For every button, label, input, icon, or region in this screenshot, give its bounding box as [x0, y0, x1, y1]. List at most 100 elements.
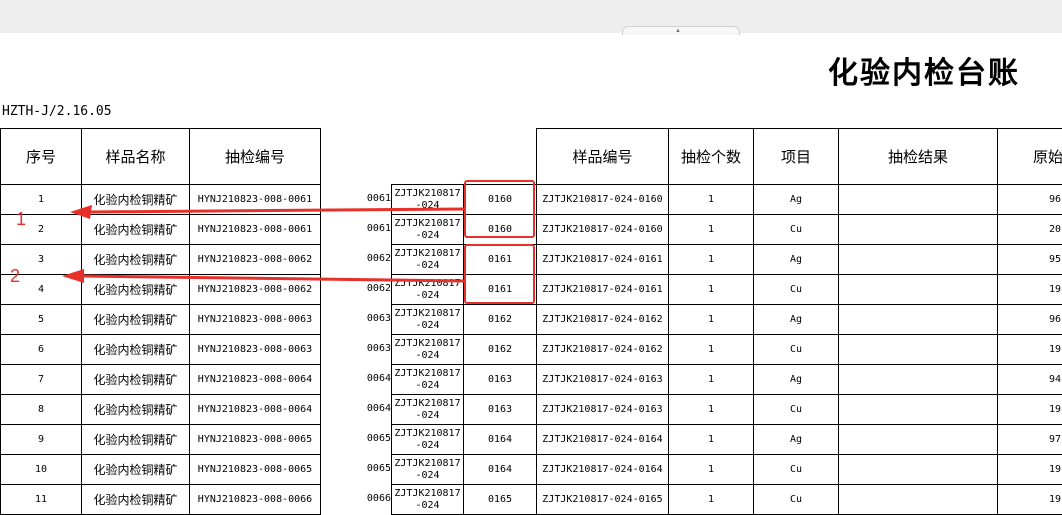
sample-name-cell: 化验内检铜精矿 — [81, 364, 190, 395]
header-check-count: 抽检个数 — [668, 128, 754, 185]
code-cell: ZJTJK210817 -024 — [391, 424, 464, 455]
document-number: HZTH-J/2.16.05 — [2, 104, 112, 119]
header-result: 抽检结果 — [838, 128, 998, 185]
item-cell: Cu — [753, 454, 839, 485]
id-cell: 0165 — [463, 484, 537, 515]
id-cell: 0160 — [463, 214, 537, 245]
header-sample-no: 样品编号 — [536, 128, 669, 185]
original-cell: 96 — [997, 304, 1062, 335]
check-no-cell: HYNJ210823-008-0063 — [189, 304, 321, 335]
sample-no-cell: ZJTJK210817-024-0163 — [536, 364, 669, 395]
page-title: 化验内检台账 — [828, 56, 1020, 91]
code-line-1: ZJTJK210817 — [394, 247, 461, 259]
seq-cell: 9 — [0, 424, 82, 455]
original-cell: 95 — [997, 244, 1062, 275]
item-cell: Ag — [753, 424, 839, 455]
original-value: 19 — [1048, 404, 1061, 415]
code-line-1: ZJTJK210817 — [394, 277, 461, 289]
seq-cell: 7 — [0, 364, 82, 395]
result-cell — [838, 184, 998, 215]
id-cell: 0162 — [463, 334, 537, 365]
id-cell: 0164 — [463, 424, 537, 455]
result-cell — [838, 424, 998, 455]
sample-no-cell: ZJTJK210817-024-0163 — [536, 394, 669, 425]
sample-no-cell: ZJTJK210817-024-0161 — [536, 244, 669, 275]
original-value: 96 — [1048, 314, 1061, 325]
seq-cell: 10 — [0, 454, 82, 485]
short-code-text: 0062 — [366, 283, 391, 294]
annotation-label-1: 1 — [16, 209, 27, 229]
count-cell: 1 — [668, 424, 754, 455]
original-cell: 20 — [997, 214, 1062, 245]
count-cell: 1 — [668, 244, 754, 275]
original-value: 97 — [1048, 434, 1061, 445]
code-line-1: ZJTJK210817 — [394, 457, 461, 469]
seq-cell: 5 — [0, 304, 82, 335]
sample-no-cell: ZJTJK210817-024-0164 — [536, 424, 669, 455]
code-cell: ZJTJK210817 -024 — [391, 214, 464, 245]
header-seq: 序号 — [0, 128, 82, 185]
check-no-cell: HYNJ210823-008-0064 — [189, 394, 321, 425]
item-cell: Ag — [753, 184, 839, 215]
sample-name-cell: 化验内检铜精矿 — [81, 274, 190, 305]
result-cell — [838, 334, 998, 365]
short-code-text: 0065 — [366, 463, 391, 474]
code-line-2: -024 — [415, 409, 440, 421]
short-code-text: 0063 — [366, 313, 391, 324]
code-cell: ZJTJK210817 -024 — [391, 184, 464, 215]
item-cell: Ag — [753, 364, 839, 395]
code-line-2: -024 — [415, 469, 440, 481]
id-cell: 0160 — [463, 184, 537, 215]
short-code-text: 0064 — [366, 373, 391, 384]
item-cell: Cu — [753, 214, 839, 245]
result-cell — [838, 304, 998, 335]
item-cell: Cu — [753, 394, 839, 425]
seq-cell: 11 — [0, 484, 82, 515]
count-cell: 1 — [668, 394, 754, 425]
original-value: 95 — [1048, 254, 1061, 265]
result-cell — [838, 484, 998, 515]
header-check-no: 抽检编号 — [189, 128, 321, 185]
code-line-2: -024 — [415, 259, 440, 271]
original-value: 19 — [1048, 284, 1061, 295]
count-cell: 1 — [668, 334, 754, 365]
collapse-toggle[interactable]: ▲ — [622, 26, 740, 35]
seq-cell: 6 — [0, 334, 82, 365]
short-code-text: 0061 — [366, 223, 391, 234]
code-cell: ZJTJK210817 -024 — [391, 394, 464, 425]
original-cell: 94 — [997, 364, 1062, 395]
seq-cell: 8 — [0, 394, 82, 425]
original-cell: 19 — [997, 334, 1062, 365]
code-line-1: ZJTJK210817 — [394, 367, 461, 379]
check-no-cell: HYNJ210823-008-0063 — [189, 334, 321, 365]
result-cell — [838, 364, 998, 395]
code-line-1: ZJTJK210817 — [394, 307, 461, 319]
check-no-cell: HYNJ210823-008-0066 — [189, 484, 321, 515]
code-cell: ZJTJK210817 -024 — [391, 244, 464, 275]
code-line-2: -024 — [415, 379, 440, 391]
id-cell: 0163 — [463, 394, 537, 425]
item-cell: Cu — [753, 484, 839, 515]
code-cell: ZJTJK210817 -024 — [391, 304, 464, 335]
original-cell: 19 — [997, 484, 1062, 515]
header-original: 原始 — [997, 128, 1062, 185]
result-cell — [838, 244, 998, 275]
annotation-label-2: 2 — [10, 266, 21, 286]
code-line-1: ZJTJK210817 — [394, 397, 461, 409]
code-cell: ZJTJK210817 -024 — [391, 334, 464, 365]
result-cell — [838, 394, 998, 425]
header-sample-name: 样品名称 — [81, 128, 190, 185]
check-no-cell: HYNJ210823-008-0064 — [189, 364, 321, 395]
id-cell: 0163 — [463, 364, 537, 395]
count-cell: 1 — [668, 184, 754, 215]
code-line-2: -024 — [415, 319, 440, 331]
short-code-text: 0064 — [366, 403, 391, 414]
original-cell: 19 — [997, 454, 1062, 485]
short-code-text: 0062 — [366, 253, 391, 264]
seq-cell: 1 — [0, 184, 82, 215]
result-cell — [838, 454, 998, 485]
sample-name-cell: 化验内检铜精矿 — [81, 214, 190, 245]
item-cell: Cu — [753, 274, 839, 305]
original-value: 19 — [1048, 464, 1061, 475]
short-code-text: 0063 — [366, 343, 391, 354]
